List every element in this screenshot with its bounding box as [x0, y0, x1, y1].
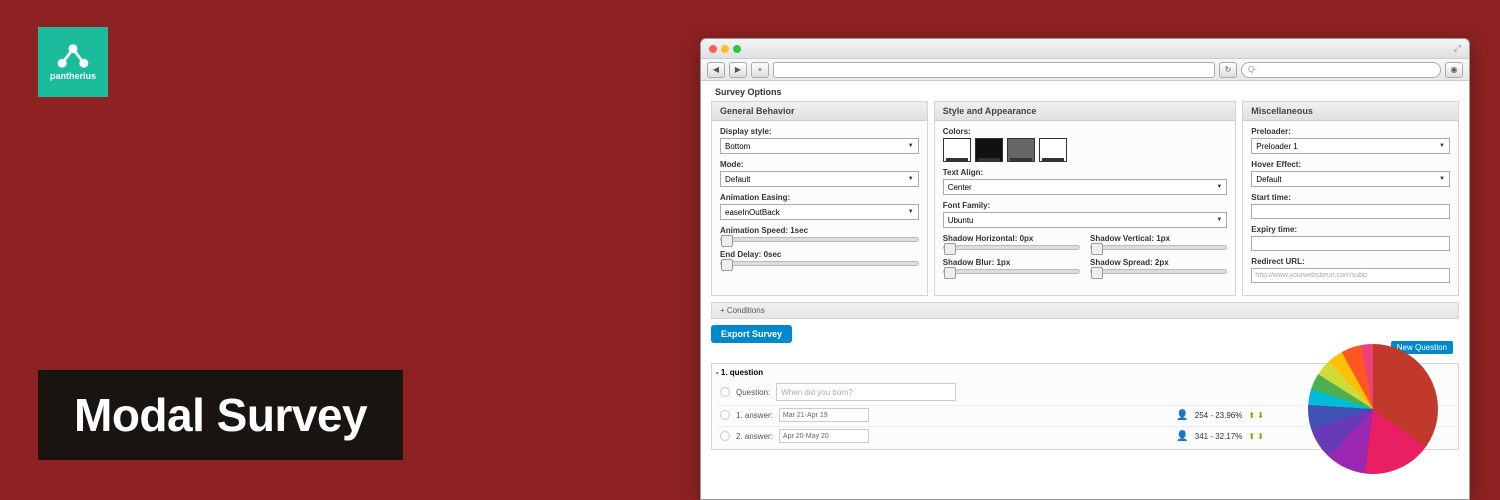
product-title-box: Modal Survey	[38, 370, 403, 460]
color-black[interactable]	[975, 138, 1003, 162]
drag-handle-icon[interactable]	[720, 387, 730, 397]
label: Mode:	[720, 160, 919, 169]
answer-stat: 341 - 32.17%	[1195, 432, 1243, 441]
browser-toolbar: ◀ ▶ + ↻ Q- ◉	[701, 59, 1469, 81]
label: Colors:	[943, 127, 1228, 136]
expiry-time-input[interactable]	[1251, 236, 1450, 251]
shadow-v-slider[interactable]	[1090, 245, 1227, 250]
browser-titlebar: ⤢	[701, 39, 1469, 59]
results-pie-chart	[1308, 344, 1438, 474]
label: Font Family:	[943, 201, 1228, 210]
font-family-select[interactable]: Ubuntu	[943, 212, 1228, 228]
shadow-s-slider[interactable]	[1090, 269, 1227, 274]
text-align-select[interactable]: Center	[943, 179, 1228, 195]
settings-button[interactable]: ◉	[1445, 62, 1463, 78]
panel-header: General Behavior	[712, 102, 927, 121]
drag-handle-icon[interactable]	[720, 431, 730, 441]
panel-header: Miscellaneous	[1243, 102, 1458, 121]
display-style-select[interactable]: Bottom	[720, 138, 919, 154]
page-content: Survey Options General Behavior Display …	[701, 81, 1469, 454]
label: Animation Speed: 1sec	[720, 226, 919, 235]
label: Shadow Horizontal: 0px	[943, 234, 1080, 243]
question-area: - 1. question Question: When did you bor…	[711, 363, 1459, 450]
start-time-input[interactable]	[1251, 204, 1450, 219]
label: Shadow Spread: 2px	[1090, 258, 1227, 267]
panel-general: General Behavior Display style: Bottom M…	[711, 101, 928, 296]
redirect-url-input[interactable]: http://www.yourwebsiteurl.com/subp	[1251, 268, 1450, 283]
label: Preloader:	[1251, 127, 1450, 136]
answer-stat: 254 - 23.96%	[1195, 411, 1243, 420]
label: Shadow Vertical: 1px	[1090, 234, 1227, 243]
conditions-toggle[interactable]: + Conditions	[711, 302, 1459, 319]
person-icon: 👤	[1176, 431, 1188, 442]
label: Display style:	[720, 127, 919, 136]
label: Expiry time:	[1251, 225, 1450, 234]
export-survey-button[interactable]: Export Survey	[711, 325, 792, 343]
back-button[interactable]: ◀	[707, 62, 725, 78]
reload-button[interactable]: ↻	[1219, 62, 1237, 78]
expand-icon[interactable]: ⤢	[1454, 43, 1461, 54]
panel-style: Style and Appearance Colors: Text Align:…	[934, 101, 1237, 296]
label: Hover Effect:	[1251, 160, 1450, 169]
forward-button[interactable]: ▶	[729, 62, 747, 78]
drag-handle-icon[interactable]	[720, 410, 730, 420]
hover-select[interactable]: Default	[1251, 171, 1450, 187]
preloader-select[interactable]: Preloader 1	[1251, 138, 1450, 154]
answer-input[interactable]: Apr 20-May 20	[779, 429, 869, 443]
label: Redirect URL:	[1251, 257, 1450, 266]
speed-slider[interactable]	[720, 237, 919, 242]
person-icon: 👤	[1176, 410, 1188, 421]
label: End Delay: 0sec	[720, 250, 919, 259]
minimize-icon[interactable]	[721, 45, 729, 53]
url-input[interactable]	[773, 62, 1215, 78]
shadow-b-slider[interactable]	[943, 269, 1080, 274]
add-button[interactable]: +	[751, 62, 769, 78]
color-white2[interactable]	[1039, 138, 1067, 162]
brand-logo: pantherius	[38, 27, 108, 97]
question-label: Question:	[736, 388, 770, 397]
label: Text Align:	[943, 168, 1228, 177]
answer-input[interactable]: Mar 21-Apr 19	[779, 408, 869, 422]
color-white[interactable]	[943, 138, 971, 162]
reorder-icon[interactable]: ⬆ ⬇	[1248, 432, 1264, 441]
answer-label: 1. answer:	[736, 411, 773, 420]
color-gray[interactable]	[1007, 138, 1035, 162]
answer-label: 2. answer:	[736, 432, 773, 441]
search-input[interactable]: Q-	[1241, 62, 1441, 78]
label: Shadow Blur: 1px	[943, 258, 1080, 267]
logo-icon	[55, 43, 91, 69]
panel-header: Style and Appearance	[935, 102, 1236, 121]
section-title: Survey Options	[715, 87, 1459, 97]
panel-misc: Miscellaneous Preloader: Preloader 1 Hov…	[1242, 101, 1459, 296]
label: Animation Easing:	[720, 193, 919, 202]
mode-select[interactable]: Default	[720, 171, 919, 187]
maximize-icon[interactable]	[733, 45, 741, 53]
question-input[interactable]: When did you born?	[776, 383, 956, 401]
close-icon[interactable]	[709, 45, 717, 53]
shadow-h-slider[interactable]	[943, 245, 1080, 250]
reorder-icon[interactable]: ⬆ ⬇	[1248, 411, 1264, 420]
label: Start time:	[1251, 193, 1450, 202]
browser-window: ⤢ ◀ ▶ + ↻ Q- ◉ Survey Options General Be…	[700, 38, 1470, 500]
easing-select[interactable]: easeInOutBack	[720, 204, 919, 220]
logo-label: pantherius	[50, 71, 96, 81]
delay-slider[interactable]	[720, 261, 919, 266]
product-title: Modal Survey	[74, 388, 367, 442]
